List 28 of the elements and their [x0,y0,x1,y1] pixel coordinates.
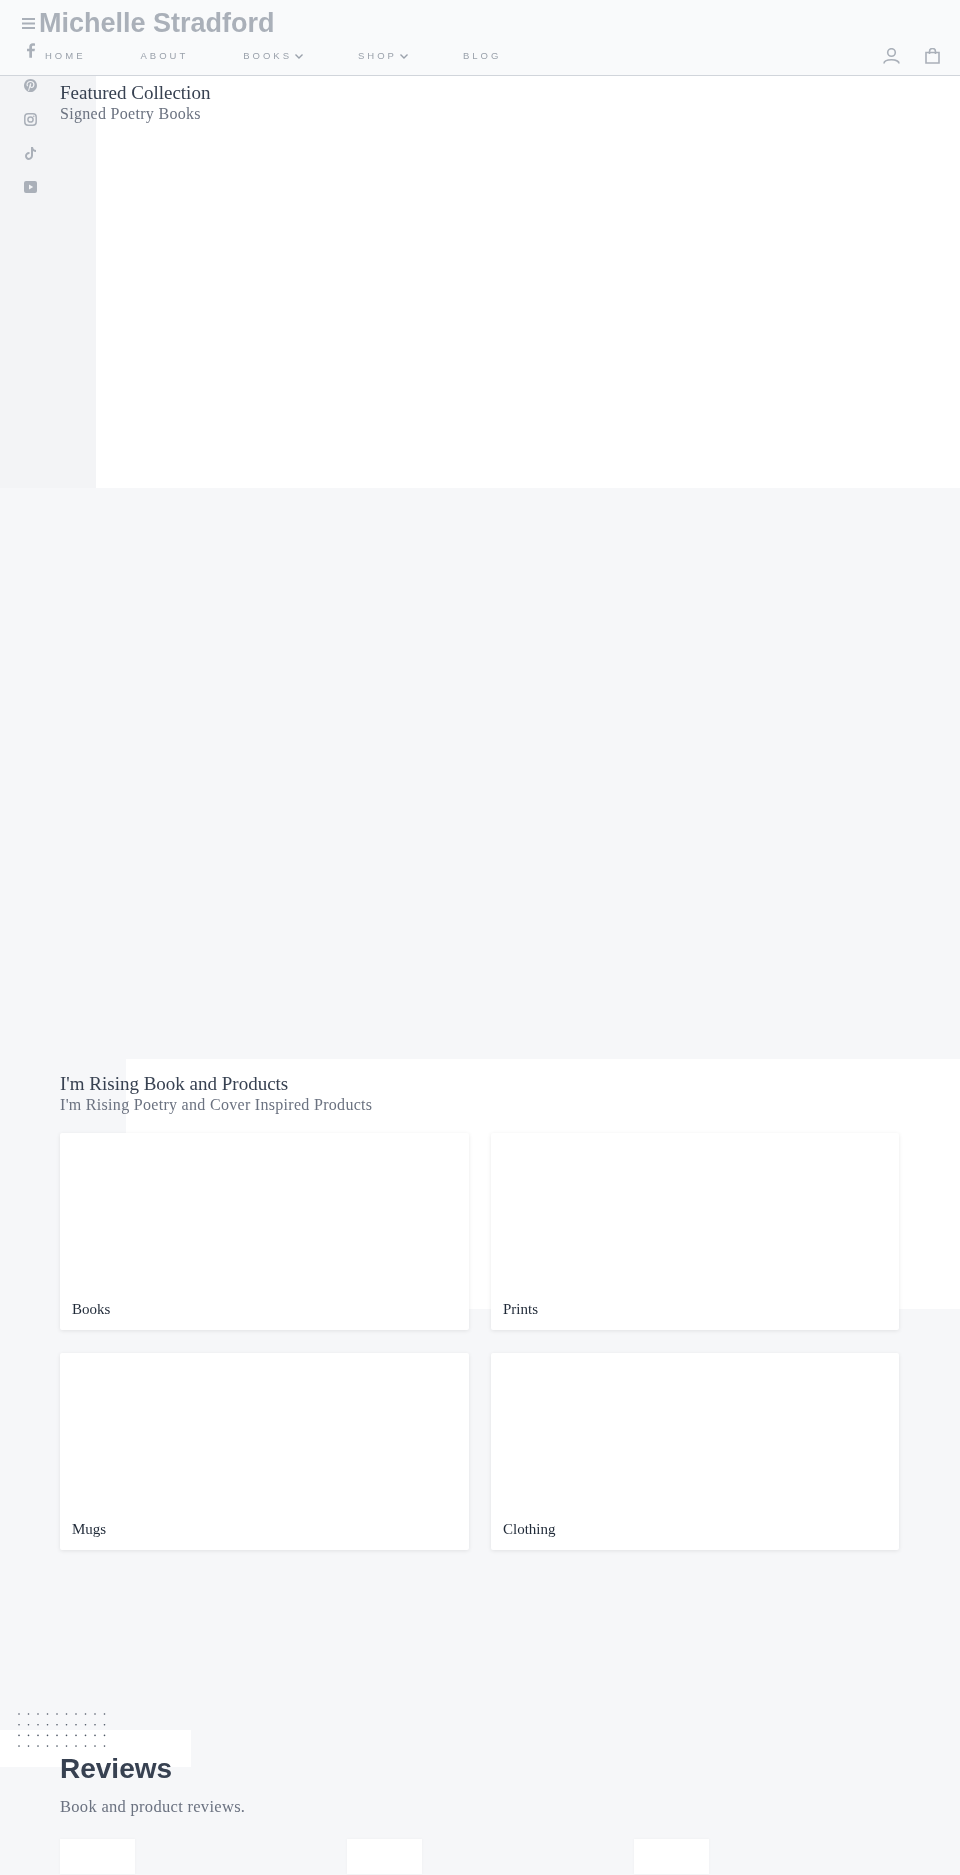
section-title: Featured Collection [60,82,212,104]
site-logo[interactable]: Michelle Stradford [39,7,275,39]
menu-icon[interactable] [22,17,35,29]
nav-link[interactable]: BLOG [462,49,502,63]
card-label: Clothing [503,1520,556,1538]
category-card[interactable]: Prints [491,1133,899,1330]
section-subtitle: I'm Rising Poetry and Cover Inspired Products [60,1095,374,1115]
category-card[interactable]: Mugs [60,1353,469,1550]
tiktok-icon[interactable] [25,147,36,160]
nav-link[interactable]: SHOP [358,49,408,63]
instagram-icon[interactable] [24,113,37,126]
pinterest-icon[interactable] [24,79,37,92]
account-icon[interactable] [883,48,900,64]
section-subtitle: Signed Poetry Books [60,104,202,124]
category-card[interactable]: Books [60,1133,469,1330]
nav-link[interactable]: BOOKS [243,49,304,63]
shopping-bag-icon[interactable] [925,48,940,64]
youtube-icon[interactable] [24,181,37,193]
nav-link[interactable]: ABOUT [140,49,189,63]
section-title: Reviews [60,1752,174,1786]
facebook-icon[interactable] [26,43,35,58]
section-title: I'm Rising Book and Products [60,1073,290,1095]
section-subtitle: Book and product reviews. [60,1796,247,1818]
card-label: Mugs [72,1520,107,1538]
nav-link[interactable]: HOME [45,49,86,63]
card-label: Prints [503,1300,538,1318]
category-card[interactable]: Clothing [491,1353,899,1550]
card-label: Books [72,1300,111,1318]
